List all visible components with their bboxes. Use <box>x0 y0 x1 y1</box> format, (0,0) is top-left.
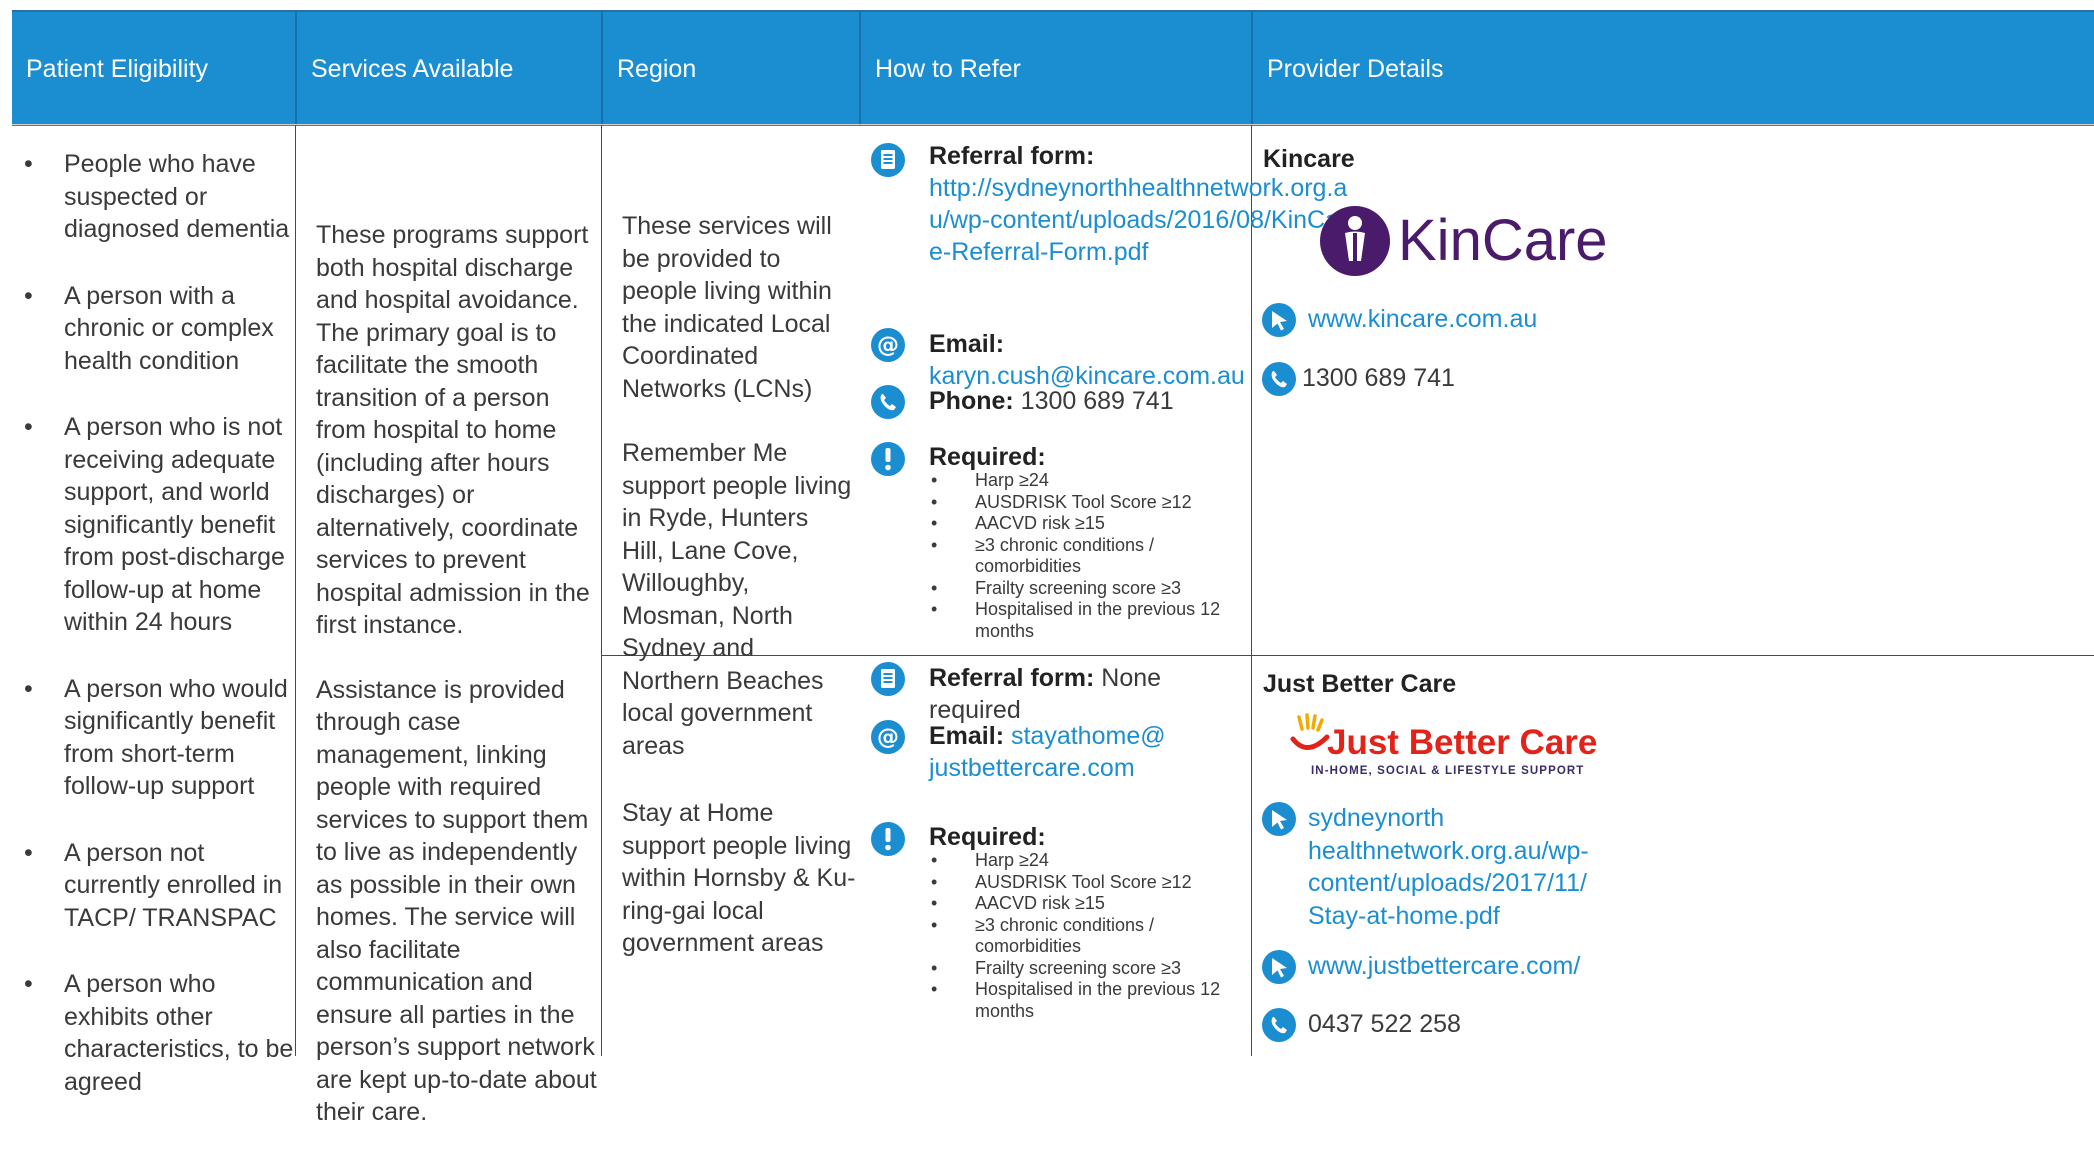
header-patient-eligibility: Patient Eligibility <box>26 55 209 83</box>
list-item: People who have suspected or diagnosed d… <box>12 148 294 246</box>
just-better-care-logo: Just Better Care IN-HOME, SOCIAL & LIFES… <box>1287 713 1597 791</box>
stay-at-home-form-link[interactable]: sydneynorth healthnetwork.org.au/wp-cont… <box>1308 802 1589 932</box>
referral-table: Patient Eligibility Services Available R… <box>12 10 2094 1126</box>
phone-icon <box>871 385 905 419</box>
services-paragraph-1: These programs support both hospital dis… <box>316 221 590 639</box>
region-paragraph-1: These services will be provided to peopl… <box>622 212 832 403</box>
just-better-care-tagline: IN-HOME, SOCIAL & LIFESTYLE SUPPORT <box>1311 765 1585 777</box>
just-better-care-website-link[interactable]: www.justbettercare.com/ <box>1308 950 1588 982</box>
phone-value: 1300 689 741 <box>1020 387 1174 415</box>
provider-kincare: Kincare KinCare www.kincare.com.au 1300 … <box>1262 135 1608 650</box>
svg-text:@: @ <box>877 725 899 750</box>
region-row-2: Stay at Home support people living withi… <box>622 799 856 957</box>
exclamation-icon <box>871 442 905 476</box>
list-item: A person with a chronic or complex healt… <box>12 280 294 378</box>
list-item: Harp ≥24 <box>929 850 1249 872</box>
provider-just-better-care: Just Better Care Just Better Care IN-HOM… <box>1262 658 1597 1053</box>
header-services-available: Services Available <box>311 55 514 83</box>
kincare-logo-text: KinCare <box>1398 208 1608 273</box>
list-item: AACVD risk ≥15 <box>929 893 1249 915</box>
at-icon: @ <box>871 328 905 362</box>
refer-row-1: Referral form: http://sydneynorthhealthn… <box>871 140 1347 650</box>
region-paragraph-2: Remember Me support people living in Ryd… <box>622 439 852 760</box>
provider-name: Just Better Care <box>1263 670 1457 698</box>
list-item: A person who exhibits other characterist… <box>12 968 294 1098</box>
required-label: Required: <box>929 823 1046 851</box>
services-paragraph-2: Assistance is provided through case mana… <box>316 675 597 1127</box>
list-item: Frailty screening score ≥3 <box>929 578 1249 600</box>
kincare-logo-mark <box>1320 206 1390 276</box>
referral-form-label: Referral form: <box>929 664 1095 692</box>
email-label: Email: <box>929 330 1005 358</box>
cursor-icon <box>1262 802 1296 836</box>
header-region: Region <box>617 55 697 83</box>
just-better-care-logo-text: Just Better Care <box>1327 723 1598 762</box>
required-list: Harp ≥24 AUSDRISK Tool Score ≥12 AACVD r… <box>929 850 1249 1022</box>
header-provider-details: Provider Details <box>1267 55 1444 83</box>
exclamation-icon <box>871 822 905 856</box>
email-label: Email: <box>929 722 1005 750</box>
document-icon <box>871 143 905 177</box>
document-icon <box>871 662 905 696</box>
svg-text:@: @ <box>877 333 899 358</box>
required-label: Required: <box>929 443 1046 471</box>
refer-row-2: Referral form: None required @ Email: st… <box>871 662 1247 1052</box>
kincare-website-link[interactable]: www.kincare.com.au <box>1308 303 1588 335</box>
list-item: Hospitalised in the previous 12 months <box>929 979 1249 1022</box>
eligibility-list: People who have suspected or diagnosed d… <box>12 148 294 1132</box>
list-item: Hospitalised in the previous 12 months <box>929 599 1249 642</box>
phone-label: Phone: <box>929 387 1014 415</box>
services-text: These programs support both hospital dis… <box>316 219 600 1161</box>
list-item: AUSDRISK Tool Score ≥12 <box>929 492 1249 514</box>
phone-icon <box>1262 1008 1296 1042</box>
list-item: Harp ≥24 <box>929 470 1249 492</box>
at-icon: @ <box>871 720 905 754</box>
just-better-care-phone: 0437 522 258 <box>1308 1010 1461 1038</box>
list-item: A person who would significantly benefit… <box>12 673 294 803</box>
list-item: ≥3 chronic conditions / comorbidities <box>929 535 1249 578</box>
cursor-icon <box>1262 950 1296 984</box>
table-header: Patient Eligibility Services Available R… <box>12 10 2094 126</box>
kincare-phone: 1300 689 741 <box>1302 364 1455 392</box>
phone-icon <box>1262 362 1296 396</box>
kincare-logo: KinCare <box>1318 203 1608 279</box>
list-item: A person who is not receiving adequate s… <box>12 411 294 639</box>
provider-name: Kincare <box>1263 145 1355 173</box>
cursor-icon <box>1262 303 1296 337</box>
list-item: ≥3 chronic conditions / comorbidities <box>929 915 1249 958</box>
region-row-1: These services will be provided to peopl… <box>622 210 856 794</box>
list-item: AACVD risk ≥15 <box>929 513 1249 535</box>
list-item: AUSDRISK Tool Score ≥12 <box>929 872 1249 894</box>
list-item: Frailty screening score ≥3 <box>929 958 1249 980</box>
header-how-to-refer: How to Refer <box>875 55 1021 83</box>
required-list: Harp ≥24 AUSDRISK Tool Score ≥12 AACVD r… <box>929 470 1249 642</box>
list-item: A person not currently enrolled in TACP/… <box>12 837 294 935</box>
